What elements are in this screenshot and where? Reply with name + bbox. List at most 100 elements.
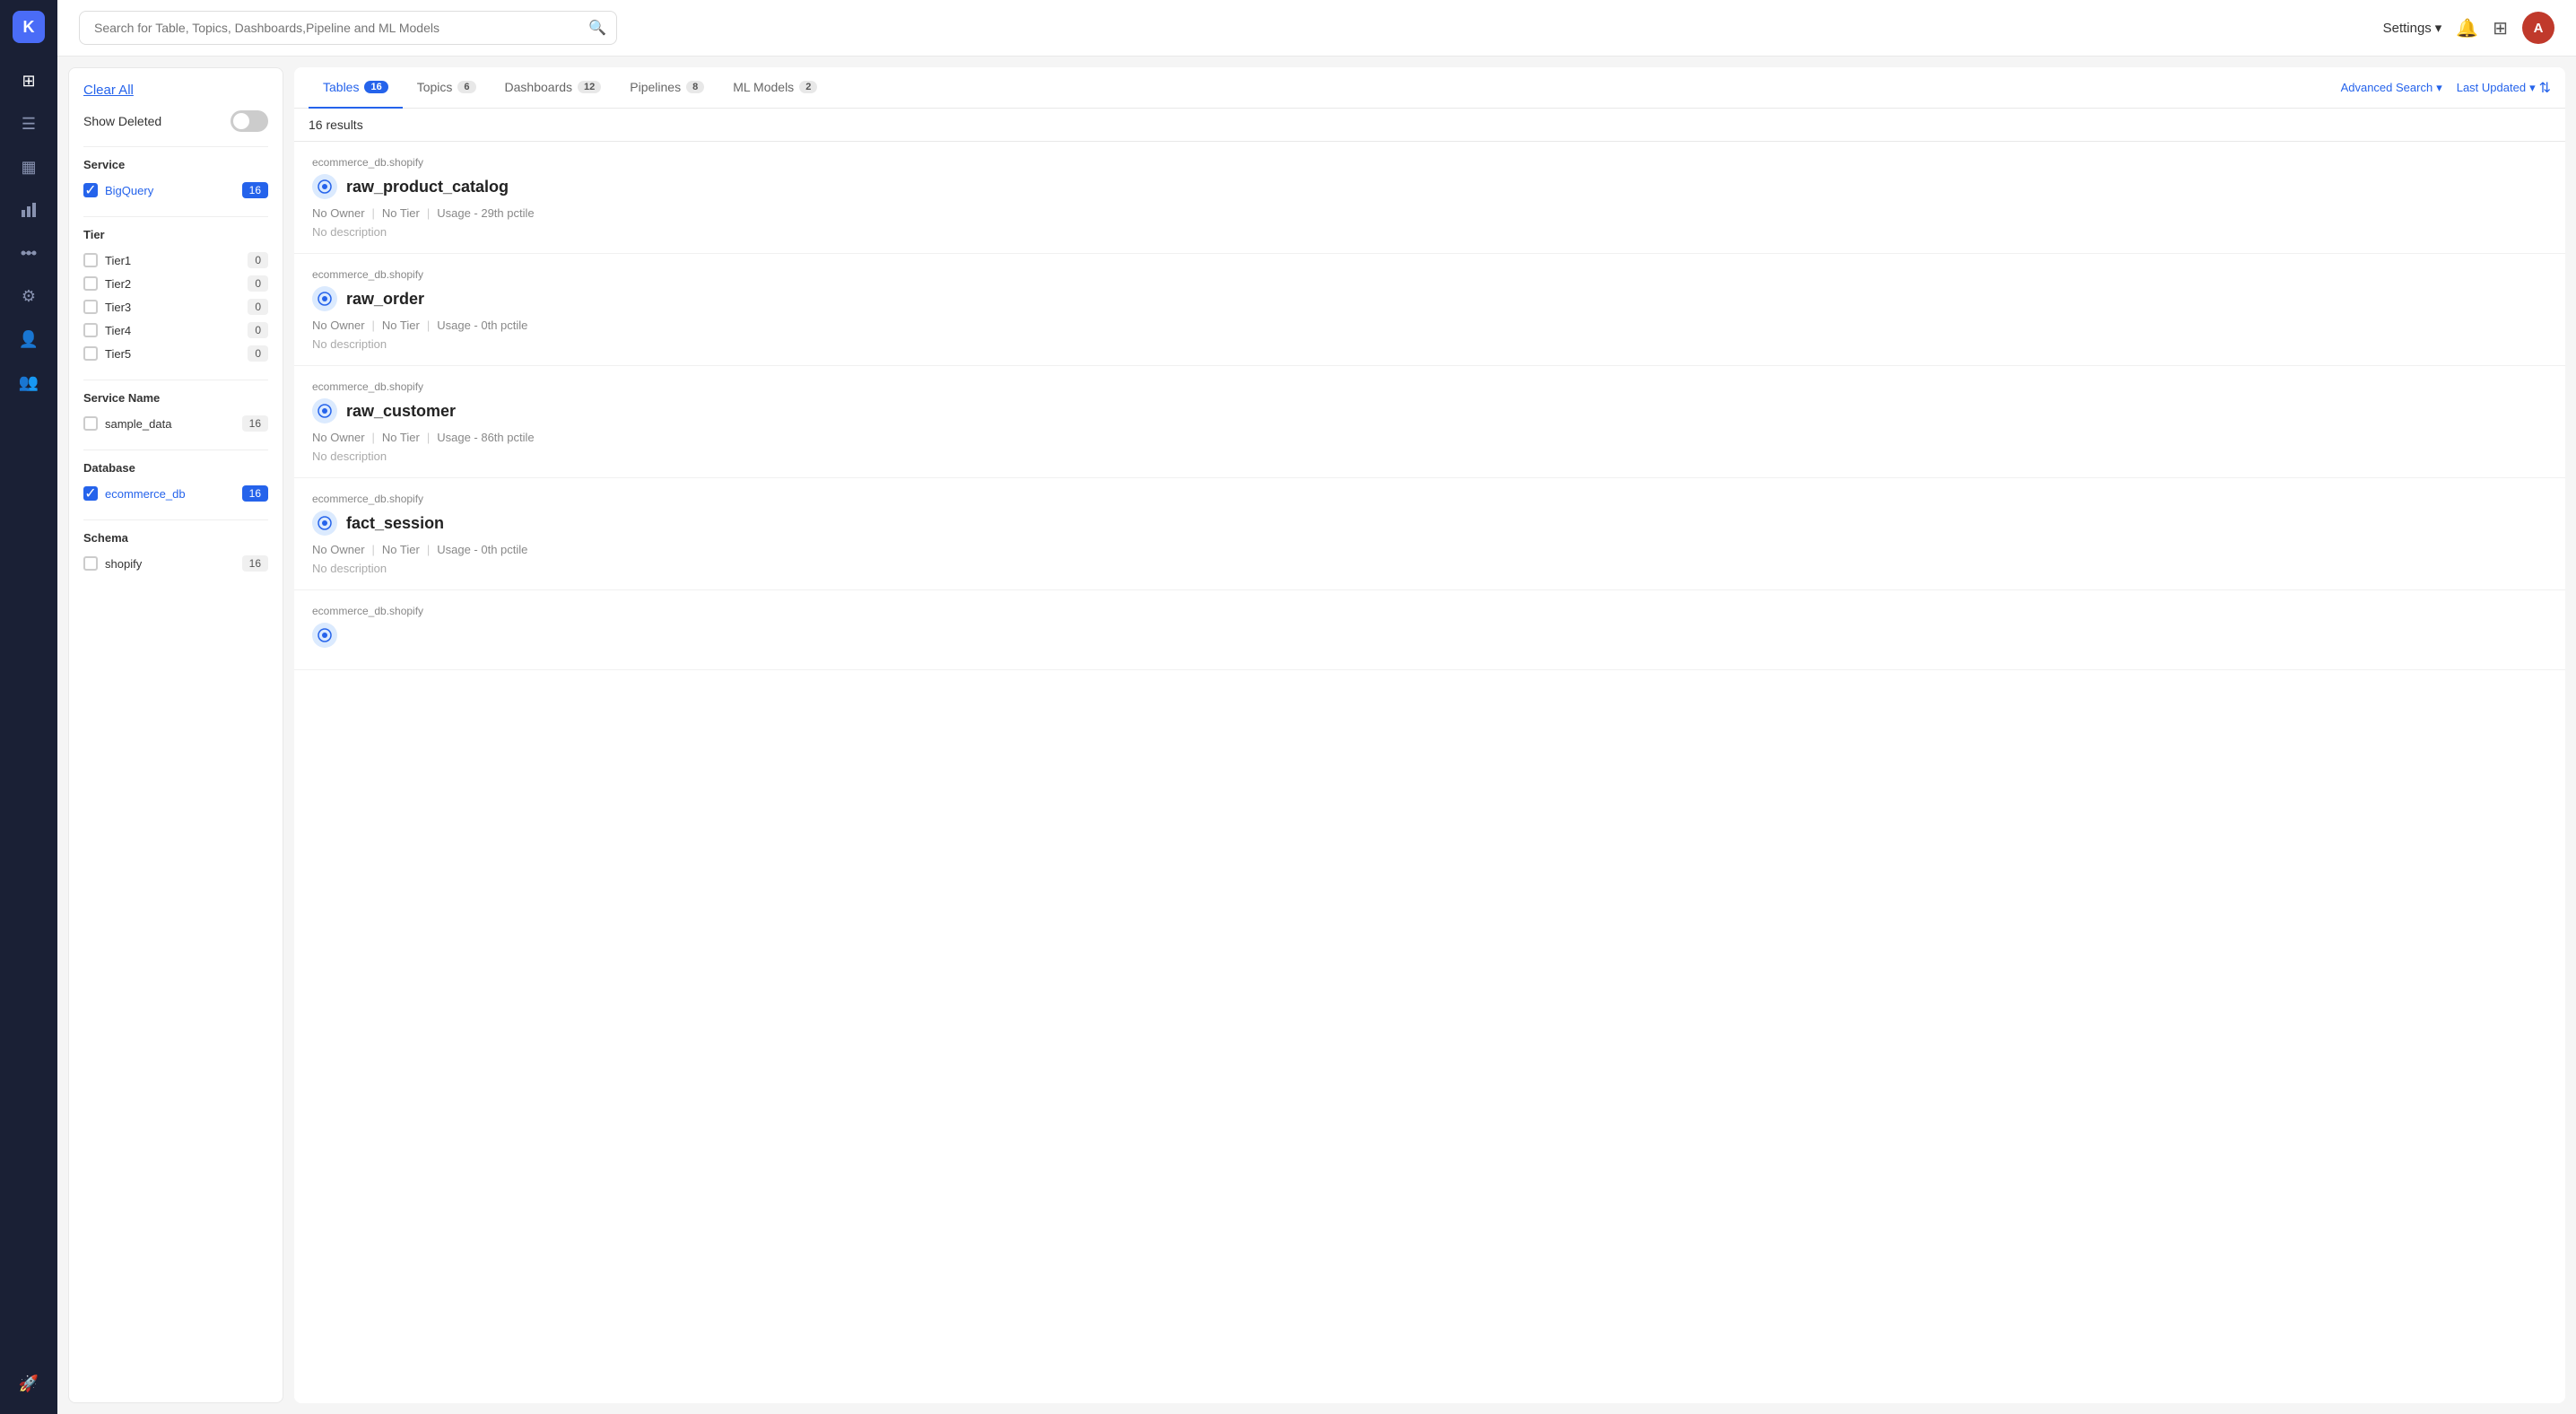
service-name-section: Service Name sample_data 16 xyxy=(83,391,268,435)
tab-ml-models[interactable]: ML Models 2 xyxy=(718,67,831,109)
tab-tables-badge: 16 xyxy=(364,81,387,93)
clear-all-button[interactable]: Clear All xyxy=(83,83,268,98)
search-input[interactable] xyxy=(79,11,617,45)
sidebar-icon-table[interactable]: ▦ xyxy=(9,147,48,187)
tier5-count: 0 xyxy=(248,345,268,362)
result-icon-0 xyxy=(312,174,337,199)
result-item-raw-customer[interactable]: ecommerce_db.shopify raw_customer No Own… xyxy=(294,366,2565,478)
sidebar-icon-list[interactable]: ☰ xyxy=(9,104,48,144)
bigquery-checkbox[interactable]: ✓ xyxy=(83,183,98,197)
sidebar-icon-user[interactable]: 👤 xyxy=(9,319,48,359)
database-section-title: Database xyxy=(83,461,268,475)
tier1-checkbox[interactable] xyxy=(83,253,98,267)
tab-topics-badge: 6 xyxy=(457,81,475,93)
tier3-checkbox[interactable] xyxy=(83,300,98,314)
filter-item-bigquery[interactable]: ✓ BigQuery 16 xyxy=(83,179,268,202)
chevron-down-icon: ▾ xyxy=(2529,81,2536,95)
show-deleted-toggle[interactable] xyxy=(231,110,268,132)
result-item-5[interactable]: ecommerce_db.shopify xyxy=(294,590,2565,670)
tier5-checkbox[interactable] xyxy=(83,346,98,361)
ecommerce-db-checkbox[interactable]: ✓ xyxy=(83,486,98,501)
tier3-count: 0 xyxy=(248,299,268,315)
tab-dashboards[interactable]: Dashboards 12 xyxy=(491,67,616,109)
tab-pipelines[interactable]: Pipelines 8 xyxy=(615,67,718,109)
result-title-row-3: fact_session xyxy=(312,511,2547,536)
tab-ml-models-badge: 2 xyxy=(799,81,817,93)
search-bar: 🔍 xyxy=(79,11,617,45)
result-meta-0: No Owner | No Tier | Usage - 29th pctile xyxy=(312,206,2547,220)
result-name-1: raw_order xyxy=(346,290,424,309)
show-deleted-label: Show Deleted xyxy=(83,114,161,128)
result-desc-3: No description xyxy=(312,562,2547,575)
tier2-label: Tier2 xyxy=(105,277,131,291)
tab-topics[interactable]: Topics 6 xyxy=(403,67,491,109)
sidebar-icon-rocket[interactable]: 🚀 xyxy=(9,1364,48,1403)
filter-item-tier2[interactable]: Tier2 0 xyxy=(83,272,268,295)
tier4-label: Tier4 xyxy=(105,324,131,337)
search-icon[interactable]: 🔍 xyxy=(588,19,606,37)
settings-button[interactable]: Settings ▾ xyxy=(2383,20,2442,36)
result-item-raw-order[interactable]: ecommerce_db.shopify raw_order No Owner … xyxy=(294,254,2565,366)
tier1-count: 0 xyxy=(248,252,268,268)
sample-data-checkbox[interactable] xyxy=(83,416,98,431)
result-desc-1: No description xyxy=(312,337,2547,351)
result-title-row-0: raw_product_catalog xyxy=(312,174,2547,199)
result-icon-4 xyxy=(312,623,337,648)
filter-item-tier5[interactable]: Tier5 0 xyxy=(83,342,268,365)
tier2-count: 0 xyxy=(248,275,268,292)
shopify-checkbox[interactable] xyxy=(83,556,98,571)
filter-item-shopify[interactable]: shopify 16 xyxy=(83,552,268,575)
sidebar-icon-chart[interactable] xyxy=(9,190,48,230)
chevron-down-icon: ▾ xyxy=(2435,20,2442,36)
result-db-1: ecommerce_db.shopify xyxy=(312,268,2547,281)
sample-data-label: sample_data xyxy=(105,417,171,431)
result-meta-3: No Owner | No Tier | Usage - 0th pctile xyxy=(312,543,2547,556)
filter-item-tier3[interactable]: Tier3 0 xyxy=(83,295,268,319)
apps-grid-icon[interactable]: ⊞ xyxy=(2493,17,2508,39)
divider-2 xyxy=(83,216,268,217)
show-deleted-row: Show Deleted xyxy=(83,110,268,132)
result-db-0: ecommerce_db.shopify xyxy=(312,156,2547,169)
sidebar-icon-home[interactable]: ⊞ xyxy=(9,61,48,100)
result-title-row-2: raw_customer xyxy=(312,398,2547,423)
filter-item-tier1[interactable]: Tier1 0 xyxy=(83,249,268,272)
tier2-checkbox[interactable] xyxy=(83,276,98,291)
divider-5 xyxy=(83,519,268,520)
result-db-4: ecommerce_db.shopify xyxy=(312,605,2547,617)
tier3-label: Tier3 xyxy=(105,301,131,314)
sidebar: K ⊞ ☰ ▦ ⚙ 👤 👥 🚀 xyxy=(0,0,57,1414)
tier-section: Tier Tier1 0 Tier2 0 xyxy=(83,228,268,365)
result-name-3: fact_session xyxy=(346,514,444,533)
filter-panel: Clear All Show Deleted Service ✓ BigQuer… xyxy=(68,67,283,1403)
tier4-checkbox[interactable] xyxy=(83,323,98,337)
tabs-actions: Advanced Search ▾ Last Updated ▾ ⇅ xyxy=(2341,79,2551,97)
filter-item-tier4[interactable]: Tier4 0 xyxy=(83,319,268,342)
topbar: 🔍 Settings ▾ 🔔 ⊞ A xyxy=(57,0,2576,57)
service-name-section-title: Service Name xyxy=(83,391,268,405)
tab-tables[interactable]: Tables 16 xyxy=(309,67,403,109)
tier5-label: Tier5 xyxy=(105,347,131,361)
notification-bell-icon[interactable]: 🔔 xyxy=(2456,17,2478,39)
results-area: Tables 16 Topics 6 Dashboards 12 Pipelin… xyxy=(294,67,2565,1403)
filter-item-sample-data[interactable]: sample_data 16 xyxy=(83,412,268,435)
sidebar-icon-gear[interactable]: ⚙ xyxy=(9,276,48,316)
results-list: ecommerce_db.shopify raw_product_catalog… xyxy=(294,142,2565,1403)
app-logo[interactable]: K xyxy=(13,11,45,43)
result-title-row-4 xyxy=(312,623,2547,648)
avatar[interactable]: A xyxy=(2522,12,2554,44)
result-item-raw-product-catalog[interactable]: ecommerce_db.shopify raw_product_catalog… xyxy=(294,142,2565,254)
body-area: Clear All Show Deleted Service ✓ BigQuer… xyxy=(57,57,2576,1414)
result-icon-3 xyxy=(312,511,337,536)
sidebar-icon-pipeline[interactable] xyxy=(9,233,48,273)
result-item-fact-session[interactable]: ecommerce_db.shopify fact_session No Own… xyxy=(294,478,2565,590)
shopify-label: shopify xyxy=(105,557,142,571)
result-name-2: raw_customer xyxy=(346,402,456,421)
divider-1 xyxy=(83,146,268,147)
filter-item-ecommerce-db[interactable]: ✓ ecommerce_db 16 xyxy=(83,482,268,505)
result-meta-1: No Owner | No Tier | Usage - 0th pctile xyxy=(312,319,2547,332)
sidebar-icon-users[interactable]: 👥 xyxy=(9,362,48,402)
result-name-0: raw_product_catalog xyxy=(346,178,509,196)
last-updated-button[interactable]: Last Updated ▾ ⇅ xyxy=(2457,79,2551,97)
advanced-search-button[interactable]: Advanced Search ▾ xyxy=(2341,81,2442,95)
topbar-actions: Settings ▾ 🔔 ⊞ A xyxy=(2383,12,2554,44)
